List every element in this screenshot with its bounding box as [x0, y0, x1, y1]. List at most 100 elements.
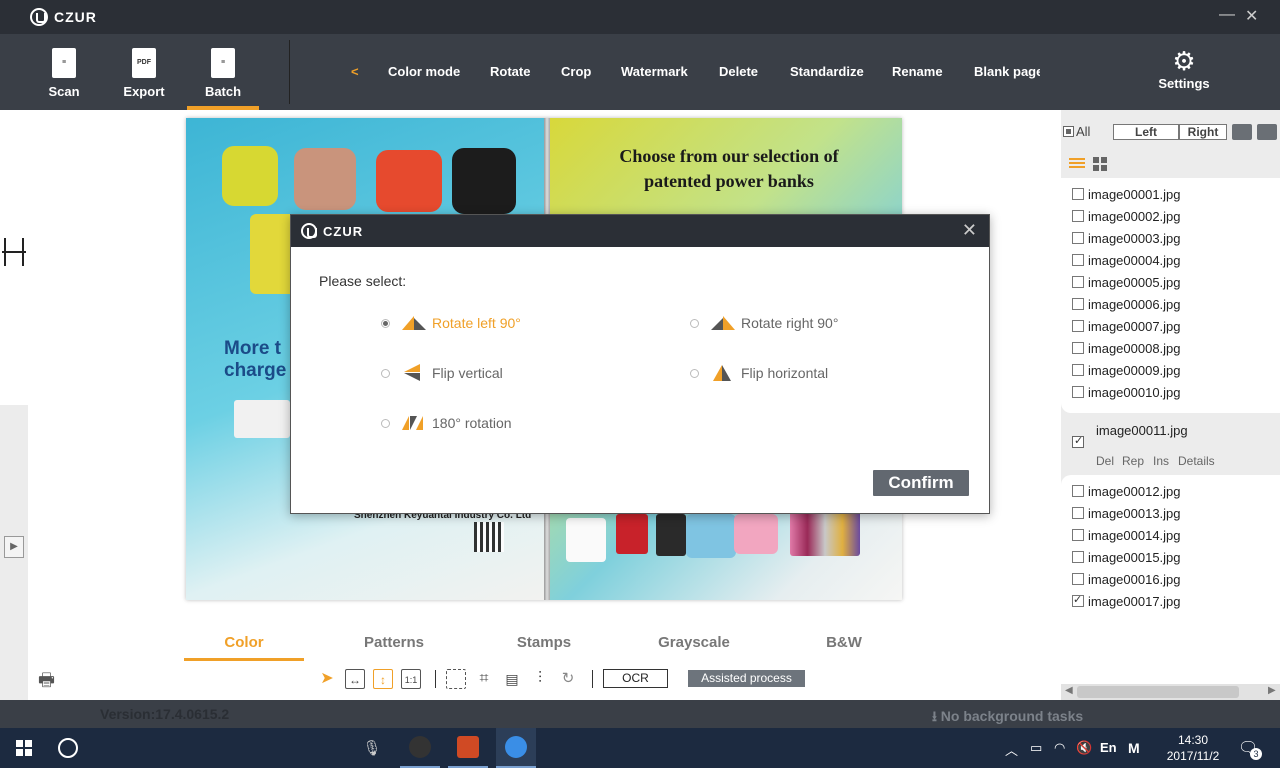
pointer-tool-icon[interactable]: ➤ — [317, 669, 337, 689]
scroll-right-icon[interactable]: ▶ — [1268, 685, 1276, 696]
file-list-item[interactable]: image00017.jpg — [1072, 591, 1181, 611]
menu-color-mode[interactable]: Color mode — [388, 64, 460, 79]
ime-indicator[interactable]: M — [1128, 740, 1140, 756]
file-list-item[interactable]: image00015.jpg — [1072, 547, 1181, 567]
scrollbar-thumb[interactable] — [1077, 686, 1239, 698]
file-list-item[interactable]: image00007.jpg — [1072, 316, 1181, 336]
open-folder-icon[interactable] — [1257, 124, 1277, 140]
menu-watermark[interactable]: Watermark — [621, 64, 688, 79]
adjust-sliders-icon[interactable]: ⫶ — [530, 669, 550, 689]
add-folder-icon[interactable] — [1232, 124, 1252, 140]
selected-file-item[interactable]: ✓ image00011.jpg Del Rep Ins Details — [1061, 415, 1280, 473]
grid-view-icon[interactable] — [1093, 157, 1107, 171]
file-checkbox[interactable] — [1072, 298, 1084, 310]
play-icon[interactable]: ▶ — [4, 536, 24, 558]
fit-width-icon[interactable]: ↔ — [345, 669, 365, 689]
file-list-item[interactable]: image00004.jpg — [1072, 250, 1181, 270]
option-flip-horizontal[interactable]: Flip horizontal — [690, 362, 828, 384]
file-list-item[interactable]: image00005.jpg — [1072, 272, 1181, 292]
ocr-button[interactable]: OCR — [603, 669, 668, 688]
scroll-left-icon[interactable]: ◀ — [1065, 685, 1073, 696]
tray-chevron-icon[interactable]: ︿ — [1005, 740, 1018, 759]
file-list-item[interactable]: image00003.jpg — [1072, 228, 1181, 248]
assisted-process-button[interactable]: Assisted process — [688, 670, 805, 687]
taskbar-browser-app[interactable] — [496, 728, 536, 768]
fit-height-icon[interactable]: ↕ — [373, 669, 393, 689]
file-checkbox[interactable]: ✓ — [1072, 435, 1084, 448]
file-checkbox[interactable] — [1072, 507, 1084, 519]
insert-file-link[interactable]: Ins — [1153, 454, 1169, 468]
scan-button[interactable]: ≡ Scan — [28, 42, 100, 110]
file-checkbox[interactable] — [1072, 232, 1084, 244]
file-checkbox[interactable] — [1072, 342, 1084, 354]
tab-stamps[interactable]: Stamps — [484, 634, 604, 651]
confirm-button[interactable]: Confirm — [873, 470, 969, 496]
file-list-item[interactable]: image00008.jpg — [1072, 338, 1181, 358]
option-rotate-left[interactable]: Rotate left 90° — [381, 312, 521, 334]
tab-bw[interactable]: B&W — [784, 634, 904, 651]
settings-button[interactable]: ⚙ Settings — [1150, 46, 1218, 91]
taskbar-powerpoint-app[interactable] — [448, 728, 488, 768]
menu-standardize[interactable]: Standardize — [790, 64, 864, 79]
file-checkbox[interactable] — [1072, 529, 1084, 541]
file-checkbox[interactable] — [1072, 551, 1084, 563]
tab-grayscale[interactable]: Grayscale — [634, 634, 754, 651]
export-button[interactable]: PDF Export — [108, 42, 180, 110]
deskew-icon[interactable]: ▤ — [502, 669, 522, 689]
microphone-icon[interactable]: 🎙 — [358, 728, 386, 768]
file-checkbox[interactable] — [1072, 276, 1084, 288]
file-checkbox[interactable] — [1072, 210, 1084, 222]
file-list-item[interactable]: image00002.jpg — [1072, 206, 1181, 226]
print-icon[interactable]: 🖶 — [38, 668, 55, 698]
file-checkbox[interactable] — [1072, 188, 1084, 200]
file-list-item[interactable]: image00013.jpg — [1072, 503, 1181, 523]
menu-scroll-left-icon[interactable]: < — [351, 64, 359, 79]
radio-button[interactable] — [381, 368, 390, 378]
menu-rename[interactable]: Rename — [892, 64, 943, 79]
close-window-button[interactable]: ✕ — [1245, 6, 1258, 26]
radio-button[interactable] — [381, 418, 390, 428]
menu-blank-page[interactable]: Blank page — [974, 64, 1040, 79]
actual-size-icon[interactable]: 1:1 — [401, 669, 421, 689]
file-checkbox[interactable] — [1072, 364, 1084, 376]
file-checkbox[interactable] — [1072, 320, 1084, 332]
option-flip-vertical[interactable]: Flip vertical — [381, 362, 503, 384]
file-list-item[interactable]: image00014.jpg — [1072, 525, 1181, 545]
file-list-item[interactable]: image00006.jpg — [1072, 294, 1181, 314]
file-checkbox[interactable] — [1072, 593, 1084, 607]
file-checkbox[interactable] — [1072, 573, 1084, 585]
file-list-item[interactable]: image00012.jpg — [1072, 481, 1181, 501]
replace-file-link[interactable]: Rep — [1122, 454, 1144, 468]
option-rotate-right[interactable]: Rotate right 90° — [690, 312, 838, 334]
select-all-checkbox[interactable]: All — [1063, 124, 1090, 139]
system-clock[interactable]: 14:30 2017/11/2 — [1160, 732, 1226, 764]
minimize-button[interactable]: — — [1219, 6, 1235, 24]
batch-button[interactable]: ≡ Batch — [187, 42, 259, 110]
select-area-icon[interactable] — [446, 669, 466, 689]
file-list-item[interactable]: image00001.jpg — [1072, 184, 1181, 204]
refresh-icon[interactable]: ↻ — [558, 669, 578, 689]
file-list-item[interactable]: image00016.jpg — [1072, 569, 1181, 589]
radio-button[interactable] — [381, 318, 390, 328]
delete-file-link[interactable]: Del — [1096, 454, 1114, 468]
file-checkbox[interactable] — [1072, 386, 1084, 398]
left-page-button[interactable]: Left — [1113, 124, 1179, 140]
file-list-item[interactable]: image00010.jpg — [1072, 382, 1181, 402]
file-checkbox[interactable] — [1072, 485, 1084, 497]
volume-muted-icon[interactable]: 🔇 — [1076, 740, 1092, 756]
menu-crop[interactable]: Crop — [561, 64, 591, 79]
list-view-icon[interactable] — [1069, 156, 1085, 172]
crop-icon[interactable]: ⌗ — [474, 669, 494, 689]
battery-icon[interactable]: ▭ — [1030, 740, 1042, 756]
tab-patterns[interactable]: Patterns — [334, 634, 454, 651]
menu-rotate[interactable]: Rotate — [490, 64, 530, 79]
crop-frame-icon[interactable] — [2, 238, 26, 266]
file-details-link[interactable]: Details — [1178, 454, 1215, 468]
language-indicator[interactable]: En — [1100, 740, 1117, 755]
right-page-button[interactable]: Right — [1179, 124, 1227, 140]
menu-delete[interactable]: Delete — [719, 64, 758, 79]
file-list-item[interactable]: image00009.jpg — [1072, 360, 1181, 380]
start-button[interactable] — [0, 728, 48, 768]
dialog-close-icon[interactable]: ✕ — [962, 220, 977, 241]
option-rotate-180[interactable]: 180° rotation — [381, 412, 512, 434]
